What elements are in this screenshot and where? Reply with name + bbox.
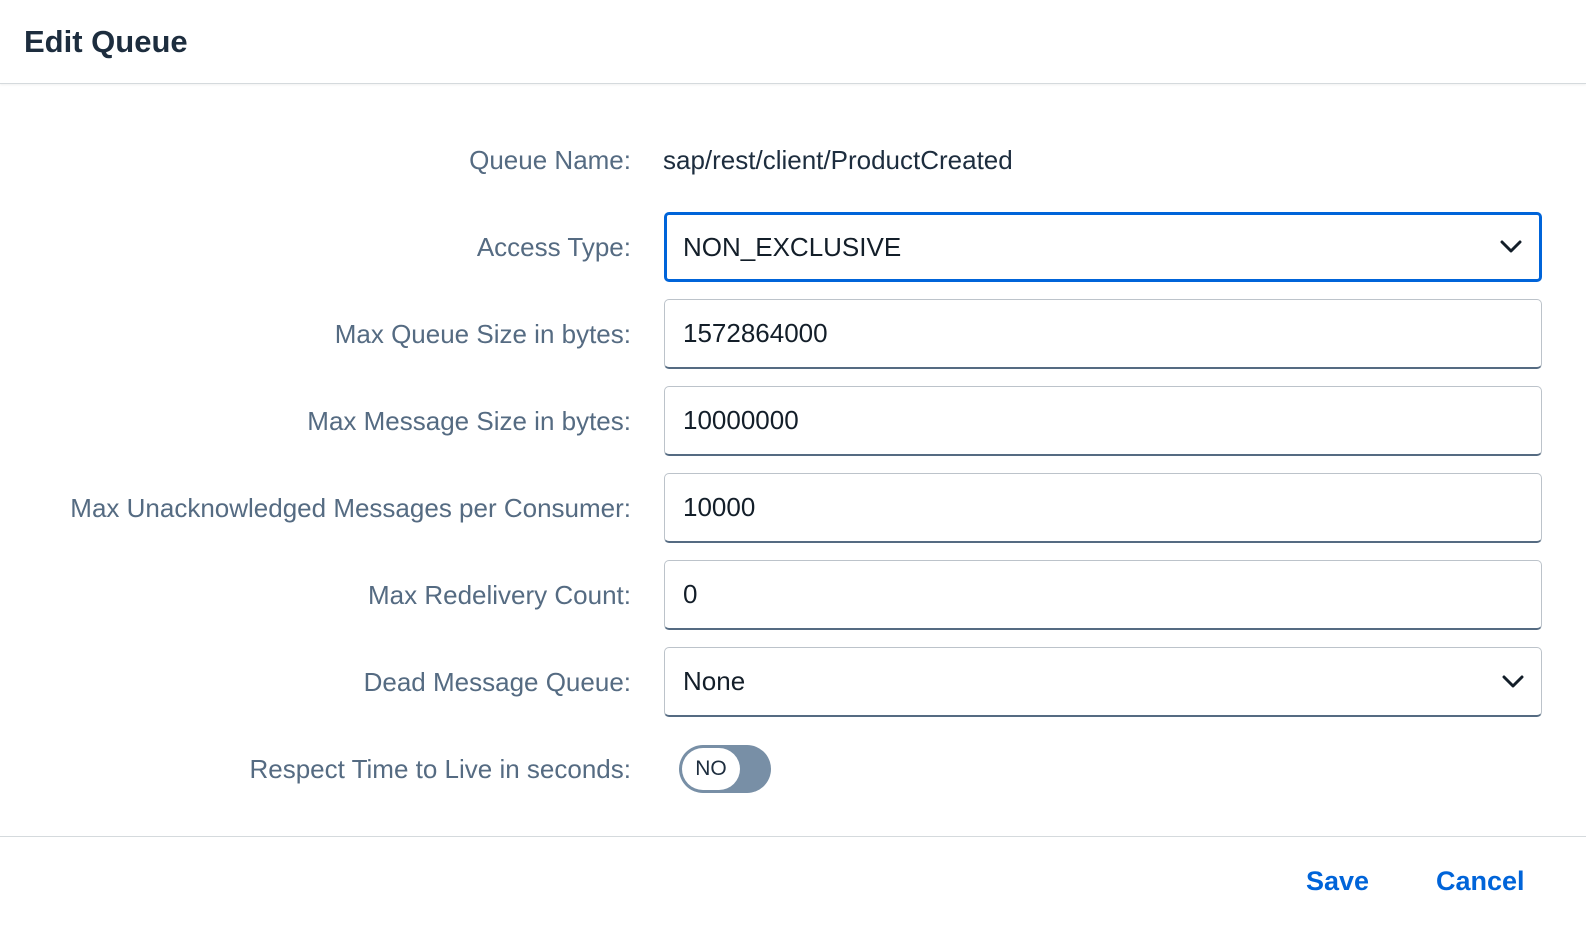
max-unacked-label: Max Unacknowledged Messages per Consumer… (70, 492, 631, 523)
queue-name-row: Queue Name: sap/rest/client/ProductCreat… (0, 125, 1586, 195)
dead-message-queue-select[interactable]: None (664, 647, 1542, 717)
max-message-size-input[interactable]: 10000000 (664, 386, 1542, 456)
chevron-down-icon[interactable] (1483, 215, 1539, 279)
dialog-title: Edit Queue (24, 24, 188, 59)
dialog-footer: Save Cancel (0, 836, 1586, 930)
respect-ttl-label: Respect Time to Live in seconds: (249, 753, 631, 784)
dead-message-queue-row: Dead Message Queue: None (0, 647, 1586, 717)
chevron-down-icon[interactable] (1485, 648, 1541, 715)
dialog-header: Edit Queue (0, 0, 1586, 84)
respect-ttl-row: Respect Time to Live in seconds: NO (0, 734, 1586, 804)
respect-ttl-toggle[interactable]: NO (679, 745, 771, 793)
access-type-value: NON_EXCLUSIVE (683, 231, 902, 262)
dead-message-queue-label: Dead Message Queue: (363, 666, 631, 697)
toggle-knob: NO (682, 748, 740, 790)
max-queue-size-row: Max Queue Size in bytes: 1572864000 (0, 299, 1586, 369)
queue-name-label: Queue Name: (469, 144, 631, 175)
max-message-size-row: Max Message Size in bytes: 10000000 (0, 386, 1586, 456)
max-redelivery-value: 0 (683, 579, 698, 609)
max-message-size-value: 10000000 (683, 405, 799, 435)
edit-queue-dialog: Edit Queue Queue Name: sap/rest/client/P… (0, 0, 1586, 930)
max-unacked-input[interactable]: 10000 (664, 473, 1542, 543)
max-redelivery-row: Max Redelivery Count: 0 (0, 560, 1586, 630)
max-queue-size-label: Max Queue Size in bytes: (334, 318, 631, 349)
max-queue-size-input[interactable]: 1572864000 (664, 299, 1542, 369)
max-redelivery-input[interactable]: 0 (664, 560, 1542, 630)
max-unacked-value: 10000 (683, 492, 756, 522)
access-type-row: Access Type: NON_EXCLUSIVE (0, 212, 1586, 282)
max-message-size-label: Max Message Size in bytes: (307, 405, 631, 436)
queue-name-value: sap/rest/client/ProductCreated (663, 144, 1013, 175)
cancel-button[interactable]: Cancel (1436, 859, 1525, 903)
access-type-label: Access Type: (476, 231, 631, 262)
dead-message-queue-value: None (683, 666, 746, 696)
max-redelivery-label: Max Redelivery Count: (368, 579, 631, 610)
access-type-select[interactable]: NON_EXCLUSIVE (664, 212, 1542, 282)
save-button[interactable]: Save (1306, 859, 1369, 903)
max-queue-size-value: 1572864000 (683, 318, 828, 348)
max-unacked-row: Max Unacknowledged Messages per Consumer… (0, 473, 1586, 543)
